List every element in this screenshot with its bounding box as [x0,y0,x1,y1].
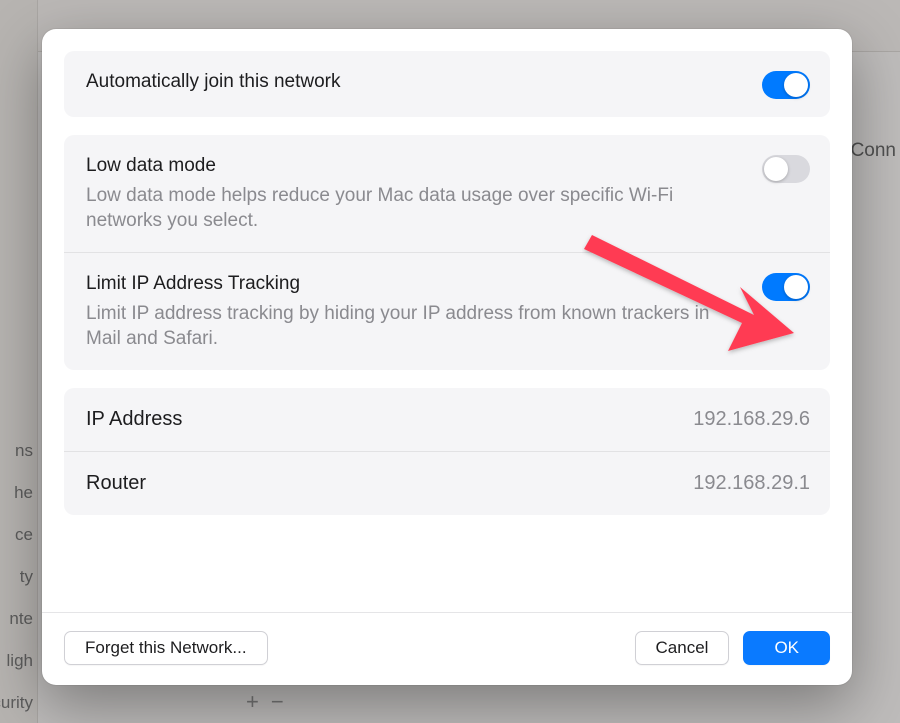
router-value: 192.168.29.1 [693,472,810,495]
limit-ip-tracking-toggle[interactable] [762,273,810,301]
low-data-description: Low data mode helps reduce your Mac data… [86,183,748,234]
limit-ip-tracking-row: Limit IP Address Tracking Limit IP addre… [64,252,830,370]
network-settings-modal: Automatically join this network Low data… [42,29,852,685]
limit-ip-description: Limit IP address tracking by hiding your… [86,301,748,352]
cancel-button[interactable]: Cancel [635,631,730,665]
auto-join-title: Automatically join this network [86,69,748,95]
forget-network-button[interactable]: Forget this Network... [64,631,268,665]
ip-address-row: IP Address 192.168.29.6 [64,388,830,451]
ip-address-value: 192.168.29.6 [693,408,810,431]
auto-join-toggle[interactable] [762,71,810,99]
network-info-section: IP Address 192.168.29.6 Router 192.168.2… [64,388,830,515]
toggle-knob [784,73,808,97]
modal-button-bar: Forget this Network... Cancel OK [64,631,830,665]
button-bar-divider [42,612,852,613]
limit-ip-text: Limit IP Address Tracking Limit IP addre… [86,271,748,352]
modal-spacer [64,533,830,612]
low-data-title: Low data mode [86,153,748,179]
toggle-knob [784,275,808,299]
auto-join-section: Automatically join this network [64,51,830,117]
router-label: Router [86,472,146,495]
ok-button[interactable]: OK [743,631,830,665]
limit-ip-title: Limit IP Address Tracking [86,271,748,297]
low-data-text: Low data mode Low data mode helps reduce… [86,153,748,234]
low-data-mode-toggle[interactable] [762,155,810,183]
auto-join-row: Automatically join this network [64,51,830,117]
auto-join-text: Automatically join this network [86,69,748,95]
ip-address-label: IP Address [86,408,182,431]
router-row: Router 192.168.29.1 [64,451,830,515]
toggle-knob [764,157,788,181]
privacy-section: Low data mode Low data mode helps reduce… [64,135,830,370]
low-data-mode-row: Low data mode Low data mode helps reduce… [64,135,830,252]
